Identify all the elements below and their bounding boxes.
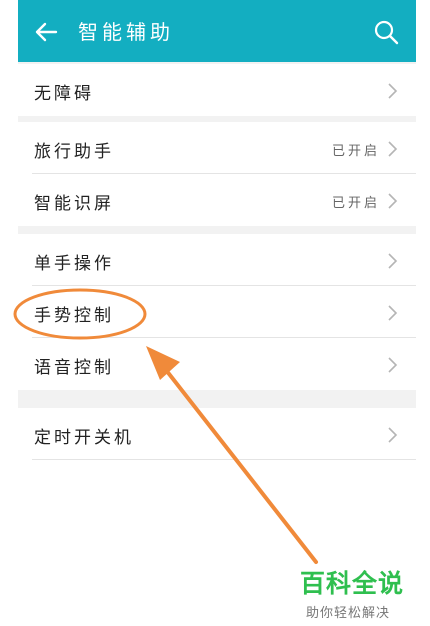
watermark-logo: 百科全说 助你轻松解决 xyxy=(300,564,424,621)
chevron-right-icon xyxy=(388,193,398,209)
page-title: 智能辅助 xyxy=(78,20,174,44)
search-icon[interactable] xyxy=(372,18,400,46)
row-label: 定时开关机 xyxy=(34,428,134,448)
row-label: 手势控制 xyxy=(34,306,114,326)
settings-row-voice-control[interactable]: 语音控制 xyxy=(18,338,416,390)
row-label: 无障碍 xyxy=(34,84,94,104)
status-text: 已开启 xyxy=(331,144,380,159)
settings-row-scheduled-power[interactable]: 定时开关机 xyxy=(18,408,416,460)
status-text: 已开启 xyxy=(331,196,380,211)
chevron-right-icon xyxy=(388,83,398,99)
row-label: 智能识屏 xyxy=(34,194,114,214)
settings-row-smart-screen[interactable]: 智能识屏 已开启 xyxy=(18,174,416,226)
section-gap xyxy=(18,226,416,234)
row-label: 旅行助手 xyxy=(34,142,114,162)
chevron-right-icon xyxy=(388,427,398,443)
watermark-title: 百科全说 xyxy=(300,569,405,598)
chevron-right-icon xyxy=(388,141,398,157)
section-gap xyxy=(18,390,416,408)
back-arrow-icon[interactable] xyxy=(32,18,60,46)
settings-row-accessibility[interactable]: 无障碍 xyxy=(18,64,416,116)
chevron-right-icon xyxy=(388,357,398,373)
watermark-subtitle: 助你轻松解决 xyxy=(306,606,391,621)
settings-row-gesture-control[interactable]: 手势控制 xyxy=(18,286,416,338)
settings-row-one-hand[interactable]: 单手操作 xyxy=(18,234,416,286)
chevron-right-icon xyxy=(388,253,398,269)
row-label: 语音控制 xyxy=(34,358,114,378)
settings-screen: 智能辅助 无障碍 旅行助手 已开启 智能识屏 已开启 单手操作 手势控制 语音控… xyxy=(18,0,416,626)
row-label: 单手操作 xyxy=(34,254,114,274)
chevron-right-icon xyxy=(388,305,398,321)
app-header: 智能辅助 xyxy=(18,0,416,62)
divider xyxy=(32,459,416,460)
settings-row-travel-assistant[interactable]: 旅行助手 已开启 xyxy=(18,122,416,174)
